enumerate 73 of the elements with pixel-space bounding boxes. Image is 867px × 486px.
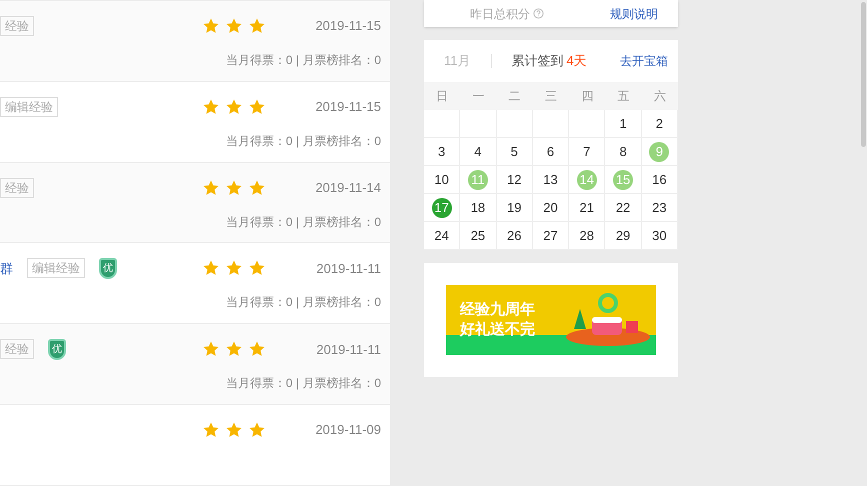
vote-stats: 当月得票：0 | 月票榜排名：0 [226,132,381,150]
weekday-label: 日 [436,88,448,105]
star-icon [202,259,220,278]
rules-link[interactable]: 规则说明 [610,4,658,22]
calendar-day[interactable]: 25 [468,226,488,246]
publish-date: 2019-11-15 [315,98,381,116]
calendar-day[interactable]: 13 [540,170,560,190]
star-icon [202,421,220,440]
calendar-day[interactable]: 1 [613,114,634,134]
weekday-label: 五 [618,88,630,105]
star-icon [202,178,220,197]
excellent-badge: 优 [99,258,117,279]
calendar-day[interactable]: 10 [432,170,452,190]
banner-slogan: 经验九周年 [460,300,535,320]
star-icon [225,17,243,35]
calendar-day[interactable]: 30 [649,226,670,246]
signin-count: 4天 [566,52,587,70]
calendar-day[interactable]: 28 [576,226,597,246]
weekday-label: 六 [654,88,666,105]
calendar-day[interactable]: 23 [649,198,670,218]
points-label: 昨日总积分 [470,6,530,22]
weekday-label: 二 [508,88,521,105]
star-icon [225,421,243,440]
vote-stats: 当月得票：0 | 月票榜排名：0 [226,294,381,312]
calendar-day[interactable]: 22 [613,198,634,218]
publish-date: 2019-11-11 [316,260,381,278]
vote-stats: 当月得票：0 | 月票榜排名：0 [226,375,381,392]
weekday-label: 四 [581,88,594,105]
star-icon [248,340,266,358]
publish-date: 2019-11-14 [315,178,381,197]
star-icon [225,340,243,358]
calendar-day[interactable]: 8 [613,142,634,162]
signin-label: 累计签到 [512,52,564,70]
calendar-day[interactable]: 5 [504,142,524,162]
calendar-day[interactable]: 21 [576,198,597,218]
calendar-day[interactable]: 12 [504,170,524,190]
star-icon [202,98,220,116]
weekday-label: 三 [544,88,557,105]
star-icon [225,98,243,116]
calendar-day[interactable]: 26 [504,226,524,246]
calendar-day[interactable]: 29 [613,226,634,246]
publish-date: 2019-11-11 [316,340,381,359]
help-icon[interactable] [533,8,544,19]
calendar-day[interactable]: 7 [576,142,597,162]
weekday-label: 一 [472,88,484,105]
calendar-day[interactable]: 19 [504,198,524,218]
star-icon [248,259,266,278]
month-label: 11月 [444,52,470,70]
calendar-day[interactable]: 2 [649,114,670,134]
calendar-day[interactable]: 24 [432,226,452,246]
calendar-day[interactable]: 16 [649,170,670,190]
star-icon [248,421,266,440]
calendar-day[interactable]: 20 [540,198,560,218]
calendar-day[interactable]: 18 [468,198,488,218]
star-icon [248,98,266,116]
excellent-badge: 优 [48,338,66,360]
star-icon [202,17,220,35]
publish-date: 2019-11-09 [315,421,381,440]
publish-date: 2019-11-15 [315,17,381,36]
open-chest-link[interactable]: 去开宝箱 [620,52,668,70]
experience-title[interactable]: 群 [0,258,13,278]
star-icon [225,259,243,278]
vote-stats: 当月得票：0 | 月票榜排名：0 [226,52,381,69]
star-icon [202,340,220,358]
calendar-day[interactable]: 6 [540,142,560,162]
vote-stats: 当月得票：0 | 月票榜排名：0 [226,214,381,231]
calendar-day[interactable]: 4 [468,142,488,162]
calendar-day[interactable]: 27 [540,226,560,246]
star-icon [248,178,266,197]
banner-slogan: 好礼送不完 [460,320,535,340]
calendar-day[interactable]: 3 [432,142,452,162]
star-icon [225,178,243,197]
star-icon [248,17,266,35]
